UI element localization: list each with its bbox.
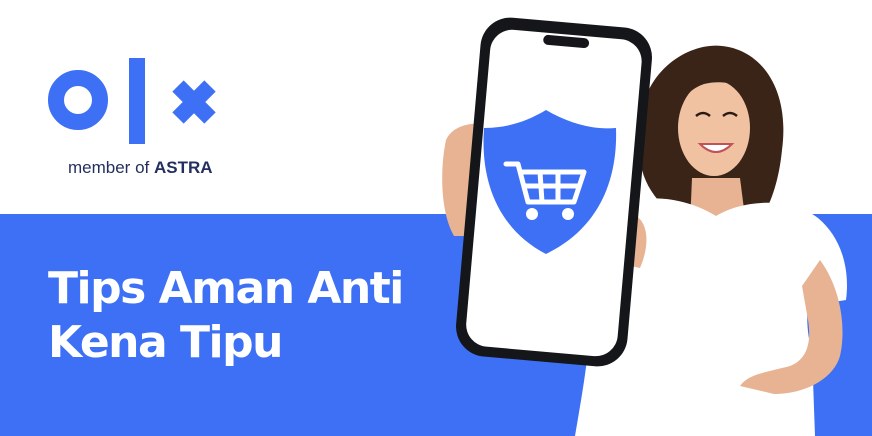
hero-illustration <box>442 17 847 436</box>
promo-banner: member of ASTRA Tips Aman Anti Kena Tipu <box>0 0 872 436</box>
woman-face <box>678 80 750 176</box>
